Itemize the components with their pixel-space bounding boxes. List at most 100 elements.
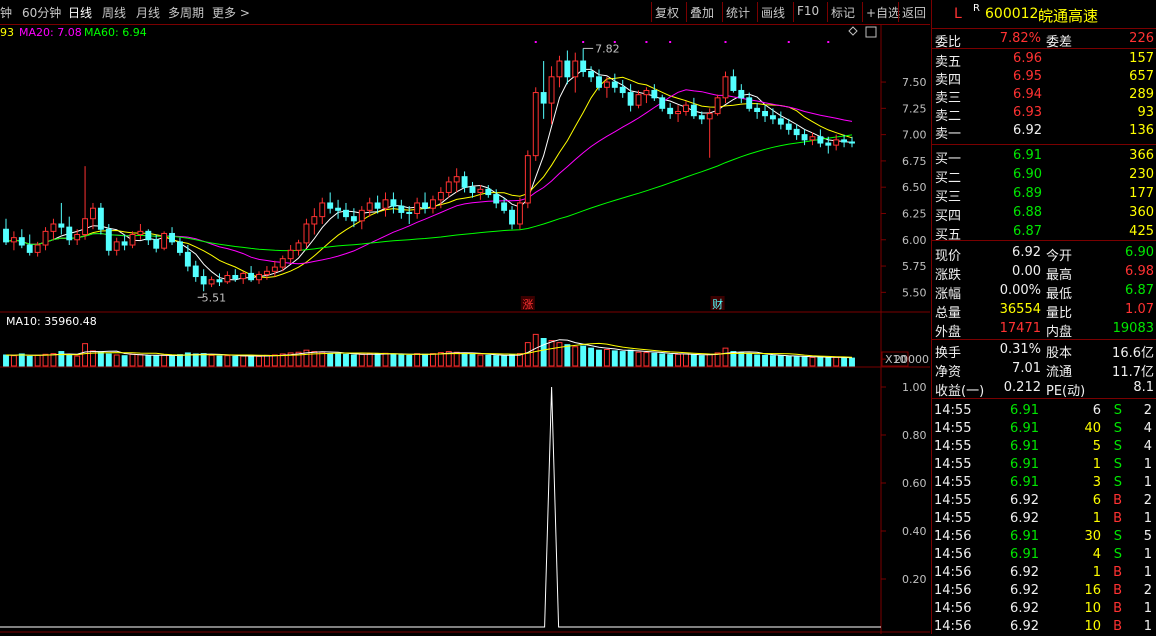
candle-body	[343, 209, 349, 218]
candle-body	[833, 139, 840, 146]
volume-bar	[849, 357, 855, 367]
panel-divider	[932, 339, 1156, 340]
volume-bar	[343, 353, 349, 367]
tool-separator	[898, 2, 899, 22]
quote-value: 17471	[999, 321, 1041, 336]
quote-row: 外盘 17471 内盘 19083	[932, 320, 1156, 340]
volume-bar	[841, 357, 848, 367]
period-0[interactable]: 钟	[0, 4, 12, 21]
tool-button-7[interactable]: 返回	[902, 4, 926, 21]
candle-body	[611, 81, 618, 88]
volume-bar	[374, 353, 381, 367]
tool-separator	[827, 2, 828, 22]
candle-body	[129, 234, 136, 246]
candle-body	[793, 128, 800, 136]
candle-body	[18, 237, 25, 246]
ask-price: 6.93	[1013, 105, 1042, 120]
candle-body	[208, 279, 215, 285]
price-tick-label: 6.00	[902, 234, 927, 247]
candle-body	[74, 234, 81, 241]
bid-price: 6.88	[1013, 205, 1042, 220]
quote-label: 最高	[1046, 268, 1073, 283]
volume-bar	[176, 354, 183, 367]
candle-body	[777, 118, 784, 125]
candle-body	[145, 230, 152, 241]
tick-price: 6.91	[1010, 421, 1039, 436]
volume-bar	[564, 344, 571, 367]
volume-bar	[82, 343, 89, 367]
quote-value: 19083	[1112, 321, 1154, 336]
ma-label: 93	[0, 26, 14, 39]
candle-body	[390, 199, 397, 207]
tool-button-3[interactable]: 画线	[761, 4, 785, 21]
volume-bar	[509, 354, 515, 367]
period-2[interactable]: 日线	[68, 4, 92, 21]
period-3[interactable]: 周线	[102, 4, 126, 21]
tick-time: 14:55	[934, 475, 972, 490]
period-1[interactable]: 60分钟	[22, 4, 61, 21]
tick-side: S	[1113, 529, 1122, 544]
fund-value: 7.01	[1012, 361, 1041, 376]
candle-body	[730, 76, 737, 91]
period-4[interactable]: 月线	[136, 4, 160, 21]
tick-volume: 6	[1092, 403, 1101, 418]
fundamental-row: 收益(一) 0.212 PE(动) 8.1	[932, 379, 1156, 399]
candle-body	[477, 188, 484, 193]
event-dot	[613, 41, 616, 43]
tick-count: 1	[1143, 475, 1152, 490]
tool-button-6[interactable]: +自选	[866, 4, 900, 21]
volume-bar	[762, 354, 768, 367]
volume-bar	[611, 350, 618, 367]
volume-bar	[706, 353, 713, 367]
quote-value: 6.92	[1012, 245, 1041, 260]
tool-button-2[interactable]: 统计	[726, 4, 750, 21]
price-tick-label: 6.75	[902, 155, 927, 168]
volume-bar	[271, 354, 278, 367]
candle-body	[374, 202, 381, 209]
volume-bar	[129, 353, 136, 367]
tool-button-0[interactable]: 复权	[655, 4, 679, 21]
quote-label: 涨幅	[935, 287, 962, 302]
candle-body	[445, 181, 452, 193]
kline-chart[interactable]: 93 MA20: 7.08 MA60: 6.94 MA10: 35960.48 7.50…	[0, 25, 930, 634]
bid-row: 买三 6.89 177	[932, 185, 1156, 205]
tool-button-5[interactable]: 标记	[831, 4, 855, 21]
tick-row: 14:55 6.92 1 B 1	[932, 510, 1156, 528]
volume-bar	[319, 351, 326, 367]
tick-time: 14:55	[934, 457, 972, 472]
stock-code[interactable]: 600012	[985, 6, 1038, 22]
tick-side: S	[1113, 403, 1122, 418]
ask-row: 卖一 6.92 136	[932, 122, 1156, 142]
tick-count: 1	[1143, 547, 1152, 562]
bid-volume: 425	[1129, 224, 1154, 239]
ask-row: 卖二 6.93 93	[932, 104, 1156, 124]
volume-bar	[588, 347, 595, 367]
volume-bar	[18, 353, 25, 367]
candle-body	[3, 228, 9, 243]
committee-row: 委比 7.82% 委差 226	[932, 30, 1156, 50]
candle-body	[532, 92, 539, 157]
price-tick-label: 5.50	[902, 286, 927, 299]
tick-volume: 10	[1084, 601, 1101, 616]
candle-body	[263, 270, 270, 275]
volume-bar	[524, 342, 531, 367]
panel-divider	[932, 240, 1156, 241]
candle-body	[627, 92, 634, 106]
osc-tick-label: 0.40	[902, 525, 927, 538]
tool-button-1[interactable]: 叠加	[690, 4, 714, 21]
candle-body	[327, 202, 334, 209]
tick-time: 14:55	[934, 421, 972, 436]
candle-body	[406, 211, 413, 214]
stock-name[interactable]: 皖通高速	[1038, 5, 1098, 26]
period-6[interactable]: 更多 >	[212, 4, 250, 21]
period-5[interactable]: 多周期	[168, 4, 204, 21]
volume-bar	[817, 356, 824, 367]
tool-button-4[interactable]: F10	[797, 4, 819, 18]
tick-price: 6.91	[1010, 403, 1039, 418]
volume-bar	[366, 353, 373, 367]
fund-label: 股本	[1046, 346, 1073, 361]
candle-body	[422, 202, 428, 209]
candle-body	[42, 230, 49, 246]
volume-bar	[10, 355, 17, 367]
tick-time: 14:56	[934, 583, 972, 598]
